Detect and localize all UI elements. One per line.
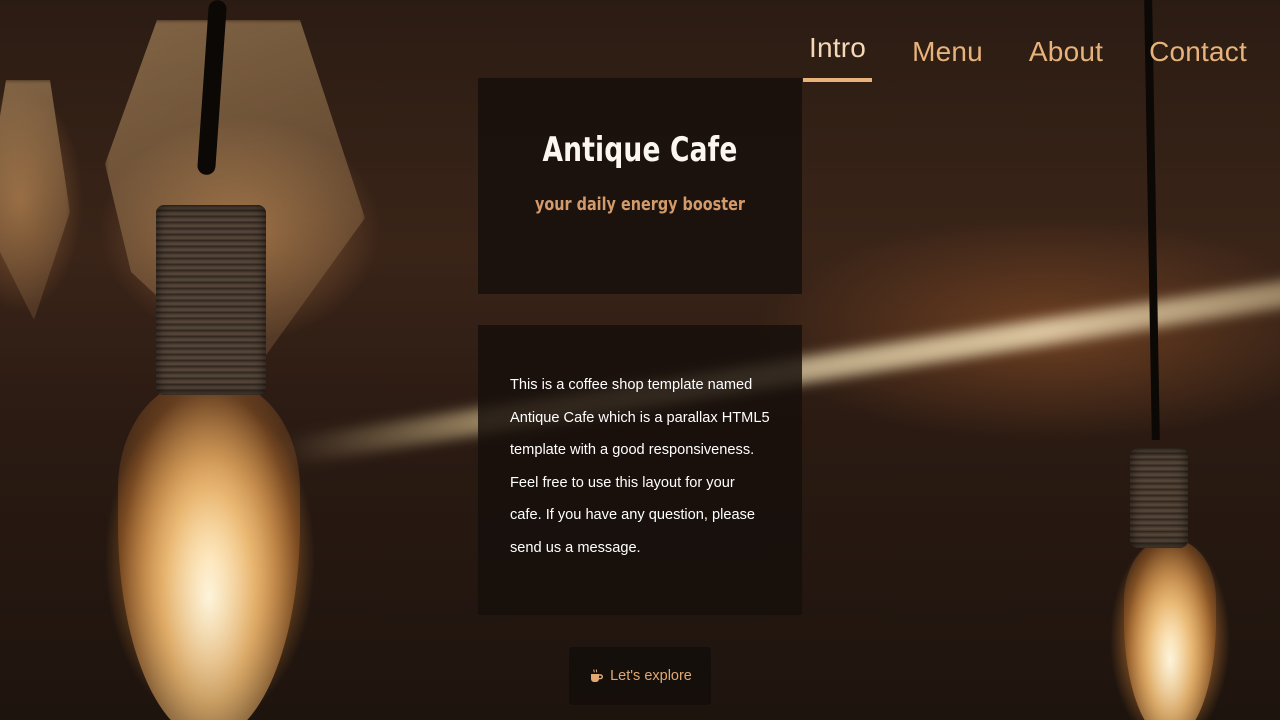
nav-item-about[interactable]: About bbox=[1029, 36, 1103, 84]
nav-item-intro[interactable]: Intro bbox=[803, 32, 873, 82]
nav-item-menu[interactable]: Menu bbox=[912, 36, 983, 84]
lamp-shade-edge bbox=[0, 80, 70, 320]
bulb-socket-right bbox=[1130, 448, 1188, 548]
nav-item-contact[interactable]: Contact bbox=[1149, 36, 1247, 84]
site-title: Antique Cafe bbox=[542, 130, 738, 170]
lets-explore-label: Let's explore bbox=[610, 668, 692, 684]
light-bulb-left bbox=[118, 380, 300, 720]
bulb-socket-left bbox=[156, 205, 266, 395]
intro-description: This is a coffee shop template named Ant… bbox=[510, 377, 770, 556]
hero-title-panel: Antique Cafe your daily energy booster bbox=[478, 78, 802, 294]
intro-description-panel: This is a coffee shop template named Ant… bbox=[478, 325, 802, 615]
site-tagline: your daily energy booster bbox=[535, 194, 745, 215]
main-nav: Intro Menu About Contact bbox=[803, 32, 1247, 84]
coffee-cup-icon bbox=[591, 669, 604, 682]
lets-explore-button[interactable]: Let's explore bbox=[569, 647, 711, 705]
light-bulb-right bbox=[1124, 540, 1216, 720]
